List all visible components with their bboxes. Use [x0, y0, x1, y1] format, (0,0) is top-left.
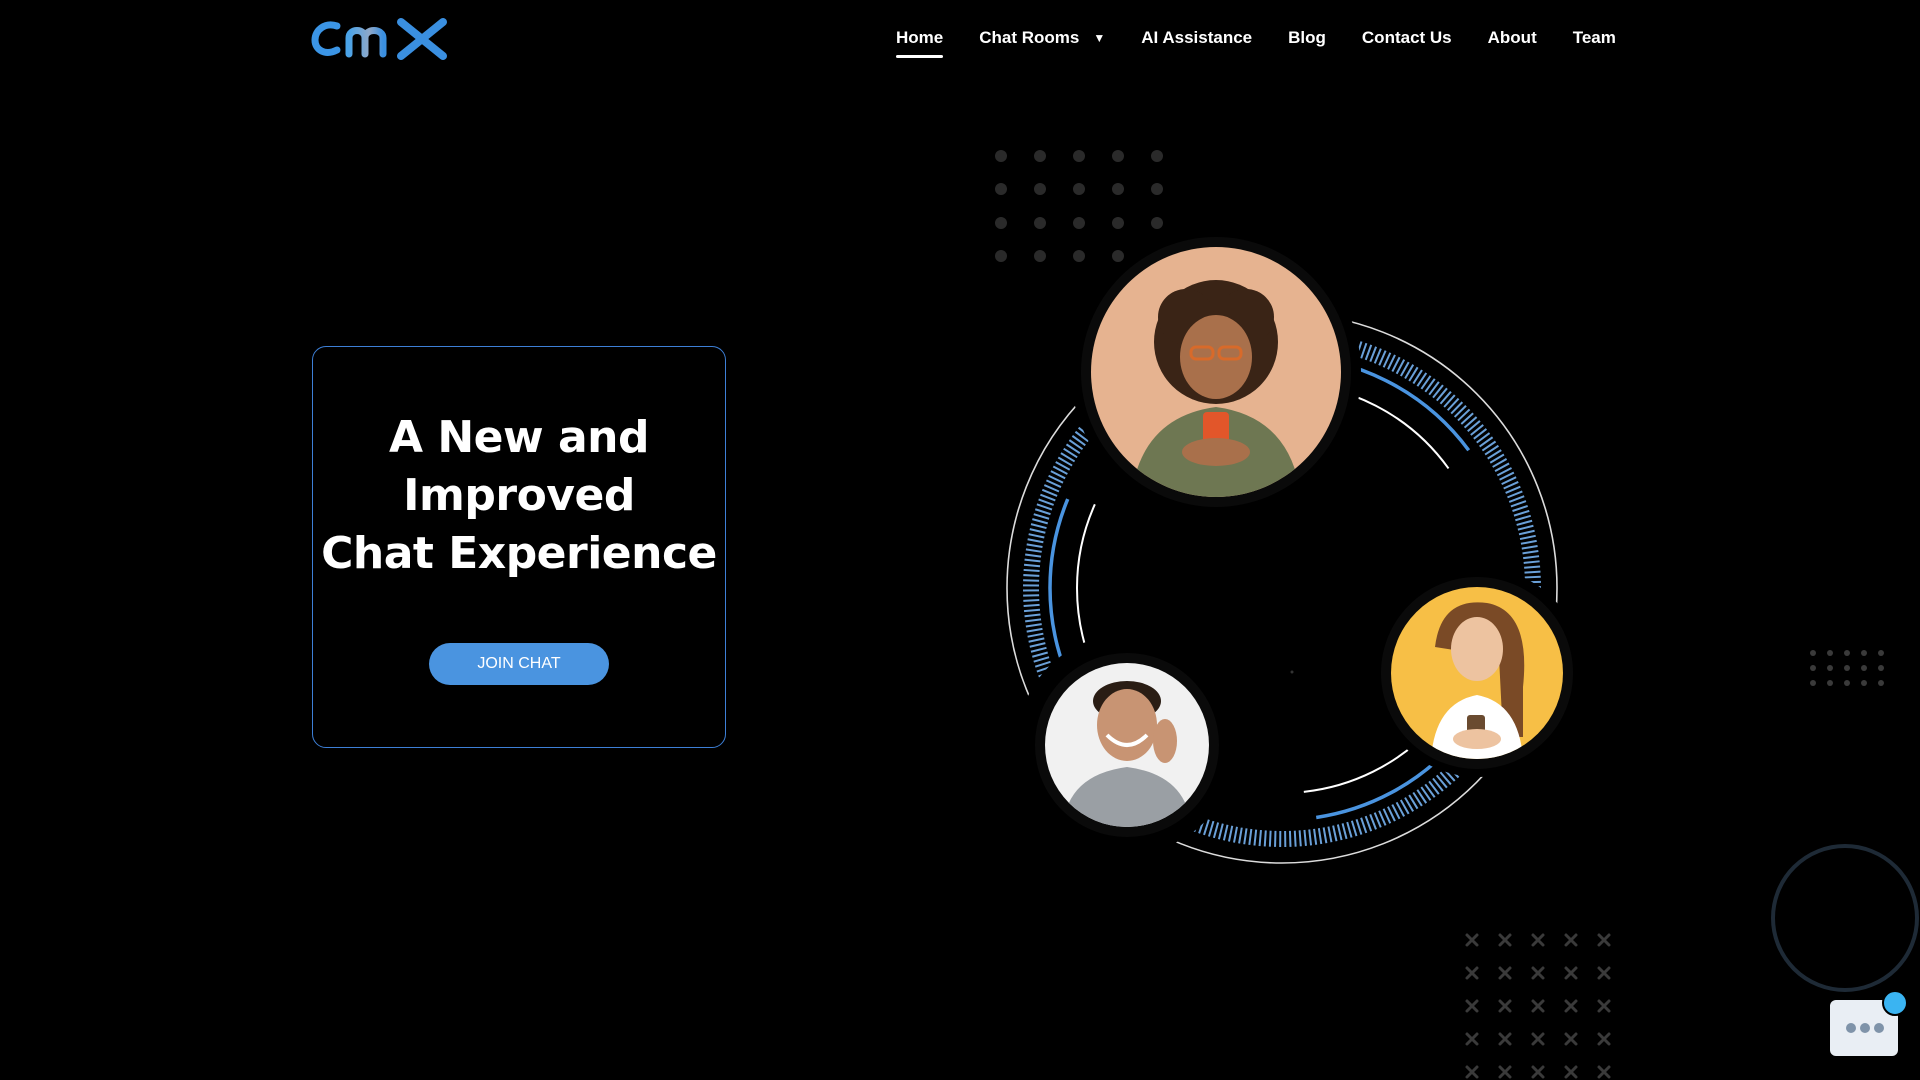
landing-page: Home Chat Rooms ▼ AI Assistance Blog Cont…: [0, 0, 1920, 1080]
man-on-phone-avatar: [1045, 663, 1209, 827]
x-grid-bottom: [1465, 933, 1611, 1079]
chat-dot-icon: [1874, 1023, 1884, 1033]
decor-ring-right: [1771, 844, 1919, 992]
chat-dot-icon: [1860, 1023, 1870, 1033]
woman-with-phone-avatar: [1091, 247, 1341, 497]
chat-dot-icon: [1846, 1023, 1856, 1033]
dot-grid-right: [1810, 650, 1884, 686]
woman-smiling-avatar: [1391, 587, 1563, 759]
hero-illustration: [995, 150, 1919, 1079]
dot-grid-top: [995, 150, 1163, 262]
chat-notification-badge: [1882, 990, 1908, 1016]
